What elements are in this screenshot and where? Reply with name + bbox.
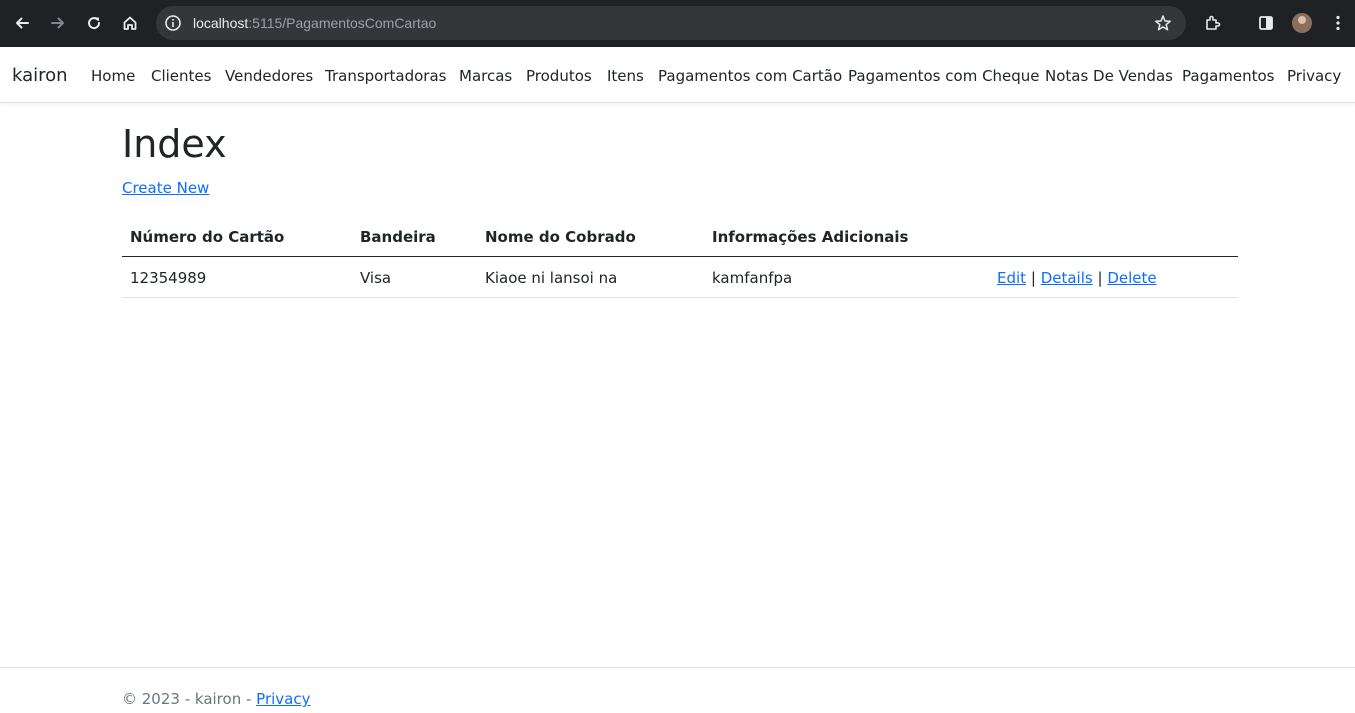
row-actions: Edit | Details | Delete (997, 268, 1157, 288)
url-host: localhost (193, 15, 249, 31)
cell-bandeira: Visa (360, 269, 392, 287)
payments-table: Número do Cartão Bandeira Nome do Cobrad… (122, 216, 1238, 298)
header-nome-cobrado: Nome do Cobrado (485, 228, 636, 246)
site-info-icon[interactable] (164, 14, 182, 32)
table-header: Número do Cartão Bandeira Nome do Cobrad… (122, 216, 1238, 257)
menu-kebab-icon[interactable] (1323, 8, 1353, 38)
footer-text: © 2023 - kairon - Privacy (122, 689, 310, 709)
header-numero-cartao: Número do Cartão (130, 228, 285, 246)
cell-numero-cartao: 12354989 (130, 269, 207, 287)
nav-link-clientes[interactable]: Clientes (151, 66, 211, 86)
delete-link[interactable]: Delete (1107, 269, 1156, 287)
table-row: 12354989 Visa Kiaoe ni lansoi na kamfanf… (122, 257, 1238, 298)
details-link[interactable]: Details (1041, 269, 1093, 287)
cell-nome-cobrado: Kiaoe ni lansoi na (485, 269, 618, 287)
nav-link-home[interactable]: Home (91, 66, 135, 86)
footer-privacy-link[interactable]: Privacy (256, 690, 310, 708)
url-path: :5115/PagamentosComCartao (248, 15, 437, 31)
create-new-link[interactable]: Create New (122, 178, 209, 198)
action-separator: | (1030, 269, 1036, 287)
header-bandeira: Bandeira (360, 228, 436, 246)
profile-avatar[interactable] (1292, 13, 1312, 33)
nav-link-transportadoras[interactable]: Transportadoras (325, 66, 446, 86)
extensions-icon[interactable] (1198, 8, 1228, 38)
nav-link-marcas[interactable]: Marcas (459, 66, 512, 86)
edit-link[interactable]: Edit (997, 269, 1026, 287)
navbar: kairon Home Clientes Vendedores Transpor… (0, 47, 1355, 103)
nav-link-produtos[interactable]: Produtos (526, 66, 592, 86)
browser-toolbar: localhost:5115/PagamentosComCartao (0, 0, 1355, 47)
cell-informacoes: kamfanfpa (712, 269, 793, 287)
nav-link-pagamentos[interactable]: Pagamentos (1182, 66, 1275, 86)
home-icon[interactable] (115, 8, 145, 38)
nav-link-privacy[interactable]: Privacy (1287, 66, 1341, 86)
back-icon[interactable] (7, 8, 37, 38)
nav-link-itens[interactable]: Itens (607, 66, 644, 86)
side-panel-icon[interactable] (1251, 8, 1281, 38)
header-informacoes: Informações Adicionais (712, 228, 909, 246)
action-separator: | (1097, 269, 1103, 287)
nav-link-pagamentos-cartao[interactable]: Pagamentos com Cartão (658, 66, 842, 86)
nav-link-notas-de-vendas[interactable]: Notas De Vendas (1045, 66, 1173, 86)
address-bar[interactable]: localhost:5115/PagamentosComCartao (156, 6, 1186, 40)
nav-link-vendedores[interactable]: Vendedores (225, 66, 313, 86)
page-title: Index (122, 122, 227, 166)
footer-copyright: © 2023 - kairon - (122, 690, 257, 708)
bookmark-star-icon[interactable] (1154, 14, 1172, 32)
navbar-brand[interactable]: kairon (12, 64, 68, 88)
forward-icon[interactable] (43, 8, 73, 38)
url-text[interactable]: localhost:5115/PagamentosComCartao (193, 14, 436, 32)
footer: © 2023 - kairon - Privacy (0, 667, 1355, 713)
reload-icon[interactable] (79, 8, 109, 38)
nav-link-pagamentos-cheque[interactable]: Pagamentos com Cheque (848, 66, 1040, 86)
